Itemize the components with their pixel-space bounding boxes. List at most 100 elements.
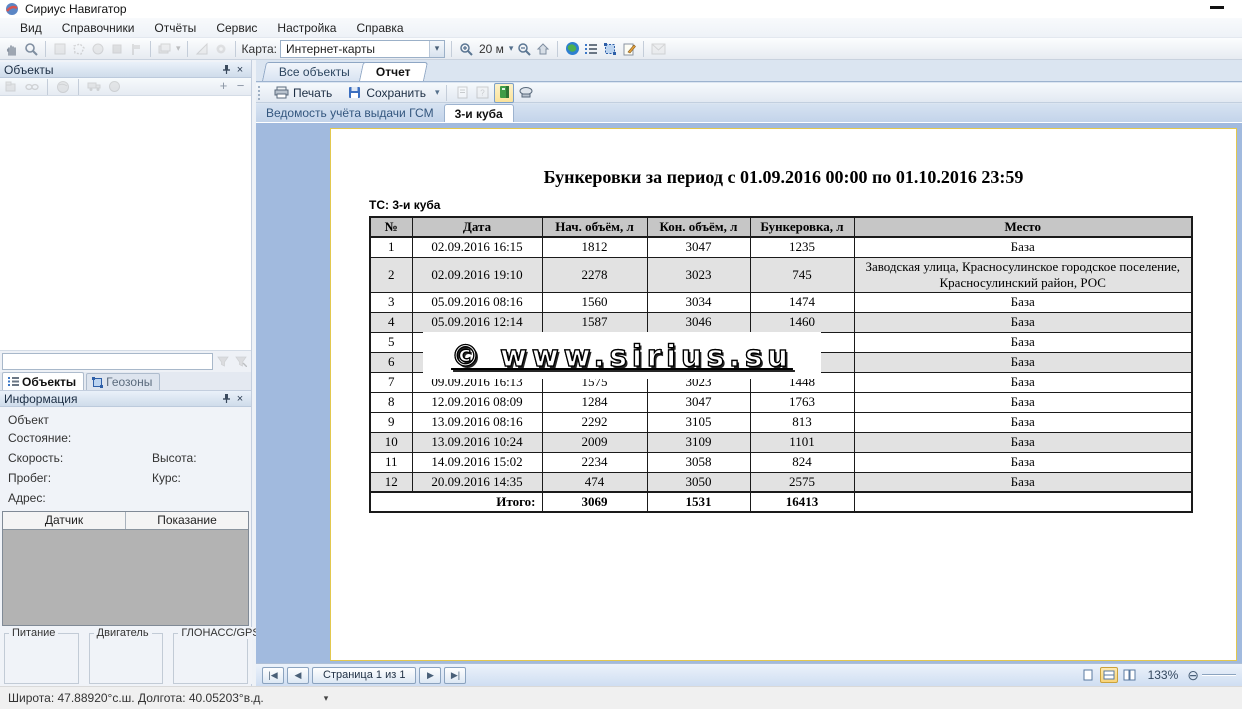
map-combobox-value: Интернет-карты bbox=[286, 42, 429, 56]
pin-icon[interactable] bbox=[219, 63, 233, 76]
gear-icon[interactable] bbox=[213, 41, 229, 57]
book-view-toggle[interactable] bbox=[494, 83, 514, 103]
prev-page-button[interactable]: ◀ bbox=[287, 667, 309, 684]
filter-icon[interactable] bbox=[215, 354, 231, 370]
expand-all-icon[interactable]: + bbox=[217, 80, 230, 93]
filter-input[interactable] bbox=[2, 353, 213, 370]
table-cell: Заводская улица, Красносулинское городск… bbox=[854, 257, 1192, 292]
statusbar-dropdown-icon[interactable]: ▾ bbox=[324, 693, 329, 704]
table-cell: 13.09.2016 08:16 bbox=[412, 412, 542, 432]
globe-icon[interactable] bbox=[564, 41, 580, 57]
layers-dropdown-icon[interactable]: ▾ bbox=[176, 43, 181, 54]
select-circle-icon[interactable] bbox=[90, 41, 106, 57]
report-vehicle: ТС: 3-и куба bbox=[369, 198, 1236, 212]
zoom-out-button[interactable]: ⊖ bbox=[1187, 667, 1199, 684]
object-list-icon[interactable] bbox=[583, 41, 599, 57]
table-cell: 3046 bbox=[647, 312, 750, 332]
tab-report[interactable]: Отчет bbox=[359, 62, 428, 81]
menu-reports[interactable]: Отчёты bbox=[144, 19, 206, 37]
multi-page-view-icon[interactable] bbox=[1121, 667, 1139, 683]
separator bbox=[235, 41, 236, 57]
help-icon[interactable]: ? bbox=[474, 85, 490, 101]
clear-filter-icon[interactable] bbox=[233, 354, 249, 370]
fit-width-view-icon[interactable] bbox=[1100, 667, 1118, 683]
window-title: Сириус Навигатор bbox=[25, 2, 127, 16]
menu-service[interactable]: Сервис bbox=[206, 19, 267, 37]
zoom-scale-dropdown-icon[interactable]: ▾ bbox=[509, 43, 514, 54]
table-cell: База bbox=[854, 292, 1192, 312]
edit-notes-icon[interactable] bbox=[621, 41, 637, 57]
save-dropdown-icon[interactable]: ▾ bbox=[435, 87, 440, 98]
flag-icon[interactable] bbox=[128, 41, 144, 57]
ruler-icon[interactable] bbox=[194, 41, 210, 57]
add-group-icon[interactable] bbox=[4, 79, 20, 95]
col-header: Бункеровка, л bbox=[750, 217, 854, 237]
coordinates-text: Широта: 47.88920°с.ш. Долгота: 40.05203°… bbox=[8, 691, 264, 705]
main-area: Объекты × + − bbox=[0, 60, 1242, 686]
table-cell: 3050 bbox=[647, 472, 750, 492]
tab-geozones-label: Геозоны bbox=[106, 375, 152, 389]
svg-text:?: ? bbox=[480, 89, 485, 98]
zoom-scale-value[interactable]: 20 м bbox=[477, 42, 506, 56]
select-square-icon[interactable] bbox=[109, 41, 125, 57]
tab-3-kuba[interactable]: 3-и куба bbox=[444, 104, 514, 122]
mail-icon[interactable] bbox=[650, 41, 666, 57]
zoom-in-icon[interactable] bbox=[458, 41, 474, 57]
menu-settings[interactable]: Настройка bbox=[267, 19, 346, 37]
zoom-out-icon[interactable] bbox=[516, 41, 532, 57]
last-page-button[interactable]: ▶| bbox=[444, 667, 466, 684]
track-icon[interactable] bbox=[106, 79, 122, 95]
separator bbox=[446, 85, 447, 101]
groupbox-glonass-label: ГЛОНАСС/GPS bbox=[178, 627, 262, 639]
sensor-col-value[interactable]: Показание bbox=[126, 512, 248, 529]
objects-tree[interactable] bbox=[0, 96, 251, 351]
select-rect-icon[interactable] bbox=[52, 41, 68, 57]
print-button-label: Печать bbox=[293, 86, 332, 100]
menu-view[interactable]: Вид bbox=[10, 19, 52, 37]
table-cell: 3 bbox=[370, 292, 412, 312]
zoom-slider[interactable] bbox=[1202, 674, 1236, 676]
sensor-col-sensor[interactable]: Датчик bbox=[3, 512, 126, 529]
separator bbox=[187, 41, 188, 57]
collapse-all-icon[interactable]: − bbox=[234, 80, 247, 93]
zoom-select-icon[interactable] bbox=[23, 41, 39, 57]
vehicle-icon[interactable] bbox=[86, 79, 102, 95]
table-row: 102.09.2016 16:15181230471235База bbox=[370, 237, 1192, 257]
save-button[interactable]: Сохранить bbox=[341, 84, 431, 102]
tab-geozones[interactable]: Геозоны bbox=[86, 373, 160, 390]
groupbox-glonass: ГЛОНАСС/GPS bbox=[173, 633, 248, 684]
report-viewer[interactable]: Бункеровки за период с 01.09.2016 00:00 … bbox=[256, 123, 1242, 663]
totals-value: 1531 bbox=[647, 492, 750, 512]
first-page-button[interactable]: |◀ bbox=[262, 667, 284, 684]
print-preview-icon[interactable] bbox=[518, 85, 534, 101]
geozone-icon[interactable] bbox=[602, 41, 618, 57]
print-button[interactable]: Печать bbox=[268, 84, 337, 102]
tab-objects[interactable]: Объекты bbox=[2, 372, 84, 390]
map-combobox[interactable]: Интернет-карты ▾ bbox=[280, 40, 445, 58]
single-page-view-icon[interactable] bbox=[1079, 667, 1097, 683]
page-setup-icon[interactable] bbox=[454, 85, 470, 101]
tab-all-objects[interactable]: Все объекты bbox=[262, 62, 367, 81]
select-polygon-icon[interactable] bbox=[71, 41, 87, 57]
chevron-down-icon[interactable]: ▾ bbox=[429, 41, 444, 57]
home-icon[interactable] bbox=[535, 41, 551, 57]
info-panel-header: Информация × bbox=[0, 391, 251, 407]
close-icon[interactable]: × bbox=[233, 63, 247, 76]
pin-icon[interactable] bbox=[219, 392, 233, 405]
pan-hand-icon[interactable] bbox=[4, 41, 20, 57]
link-icon[interactable] bbox=[24, 79, 40, 95]
table-cell: 3034 bbox=[647, 292, 750, 312]
show-on-map-icon[interactable] bbox=[55, 79, 71, 95]
floppy-icon bbox=[346, 85, 362, 101]
next-page-button[interactable]: ▶ bbox=[419, 667, 441, 684]
info-panel-title: Информация bbox=[4, 392, 77, 406]
menu-directories[interactable]: Справочники bbox=[52, 19, 145, 37]
tab-fuel-sheet[interactable]: Ведомость учёта выдачи ГСМ bbox=[256, 104, 444, 122]
layers-icon[interactable] bbox=[157, 41, 173, 57]
minimize-button[interactable] bbox=[1210, 6, 1224, 9]
menu-help[interactable]: Справка bbox=[346, 19, 413, 37]
table-cell: 813 bbox=[750, 412, 854, 432]
report-title: Бункеровки за период с 01.09.2016 00:00 … bbox=[331, 167, 1236, 188]
close-icon[interactable]: × bbox=[233, 392, 247, 405]
groupbox-power: Питание bbox=[4, 633, 79, 684]
